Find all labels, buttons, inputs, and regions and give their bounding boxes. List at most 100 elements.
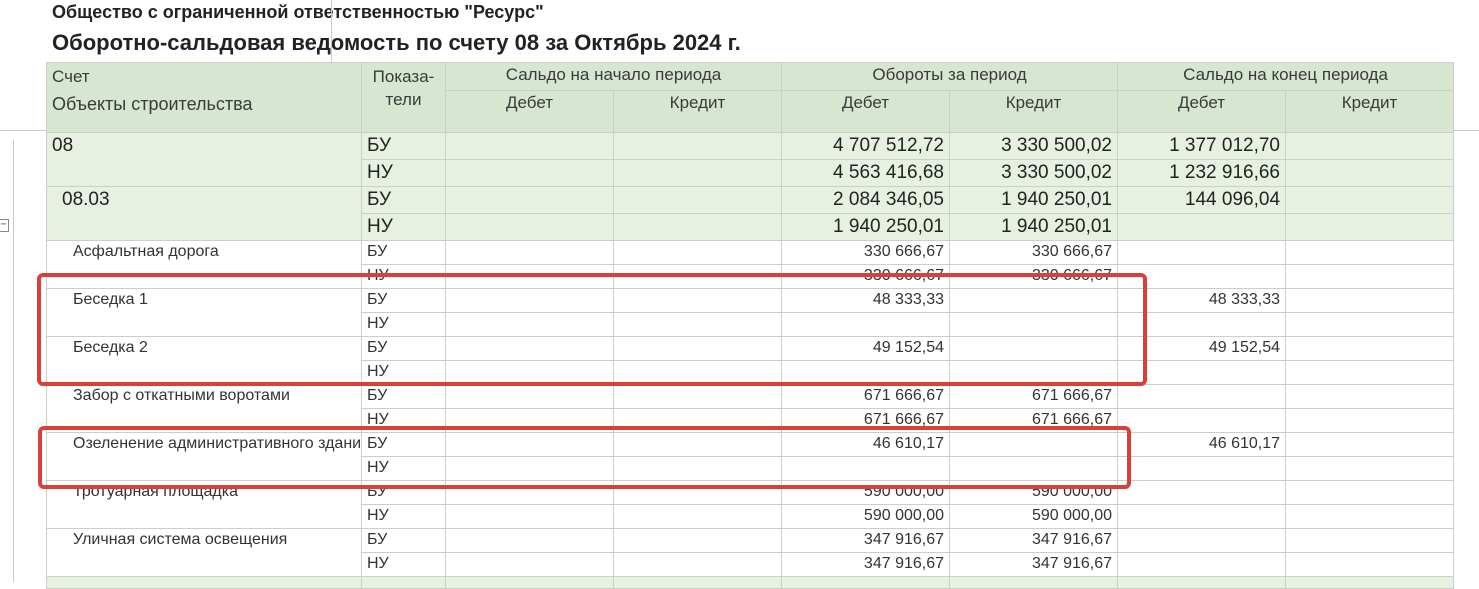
- page-divider-right: [1453, 130, 1479, 131]
- opening-debit-cell: [445, 158, 614, 187]
- header-turnover-debit: Дебет: [781, 89, 950, 133]
- turnover-debit-cell: 4 707 512,72: [781, 131, 950, 160]
- closing-credit-cell: [1285, 359, 1455, 385]
- header-indicators: Показа- тели: [361, 62, 446, 133]
- turnover-debit-cell: 1 940 250,01: [781, 212, 950, 241]
- page-left-edge: [13, 140, 14, 582]
- next-group-cell: [46, 575, 362, 589]
- turnover-credit-cell: 330 666,67: [948, 239, 1119, 265]
- opening-credit-cell: [613, 185, 782, 214]
- turnover-debit-cell: 2 084 346,05: [781, 185, 950, 214]
- next-group-row: [46, 575, 1455, 589]
- closing-credit-cell: [1285, 131, 1455, 160]
- account-code: 08.03: [46, 185, 362, 241]
- opening-credit-cell: [613, 212, 782, 241]
- opening-credit-cell: [613, 131, 782, 160]
- closing-credit-cell: [1285, 335, 1455, 361]
- page-divider-left: [0, 130, 46, 131]
- indicator-cell: НУ: [361, 503, 446, 529]
- closing-debit-cell: 46 610,17: [1117, 431, 1287, 457]
- opening-credit-cell: [613, 383, 782, 409]
- opening-debit-cell: [445, 239, 614, 265]
- closing-credit-cell: [1285, 212, 1455, 241]
- next-group-cell: [1117, 575, 1287, 589]
- closing-credit-cell: [1285, 311, 1455, 337]
- closing-debit-cell: [1117, 503, 1287, 529]
- turnover-credit-cell: 3 330 500,02: [948, 131, 1119, 160]
- turnover-credit-cell: 1 940 250,01: [948, 212, 1119, 241]
- turnover-debit-cell: 671 666,67: [781, 383, 950, 409]
- header-closing-debit: Дебет: [1117, 89, 1287, 133]
- header-turnover: Обороты за период: [780, 62, 1119, 91]
- closing-debit-cell: [1117, 551, 1287, 577]
- turnover-credit-cell: 590 000,00: [948, 503, 1119, 529]
- indicator-cell: НУ: [361, 551, 446, 577]
- closing-debit-cell: [1117, 212, 1287, 241]
- highlight-gazebos: [37, 273, 1147, 386]
- header-opening-credit: Кредит: [613, 89, 782, 133]
- turnover-credit-cell: 3 330 500,02: [948, 158, 1119, 187]
- header-row-2: Объекты строительства Дебет Кредит Дебет…: [46, 89, 1455, 133]
- header-closing-credit: Кредит: [1285, 89, 1455, 133]
- organization-name: Общество с ограниченной ответственностью…: [52, 2, 544, 22]
- next-group-cell: [781, 575, 950, 589]
- opening-debit-cell: [445, 212, 614, 241]
- turnover-debit-cell: 4 563 416,68: [781, 158, 950, 187]
- next-group-cell: [948, 575, 1119, 589]
- closing-credit-cell: [1285, 431, 1455, 457]
- header-turnover-credit: Кредит: [948, 89, 1119, 133]
- opening-debit-cell: [445, 131, 614, 160]
- closing-debit-cell: 1 377 012,70: [1117, 131, 1287, 160]
- closing-debit-cell: 1 232 916,66: [1117, 158, 1287, 187]
- opening-debit-cell: [445, 527, 614, 553]
- closing-credit-cell: [1285, 407, 1455, 433]
- header-objects: Объекты строительства: [46, 90, 362, 133]
- turnover-debit-cell: 347 916,67: [781, 527, 950, 553]
- next-group-cell: [445, 575, 614, 589]
- opening-debit-cell: [445, 185, 614, 214]
- table-row: Асфальтная дорога БУ 330 666,67 330 666,67: [46, 239, 1455, 289]
- closing-debit-cell: [1117, 455, 1287, 481]
- opening-credit-cell: [613, 527, 782, 553]
- closing-credit-cell: [1285, 383, 1455, 409]
- object-name: Уличная система освещения: [46, 527, 362, 577]
- header-opening-balance: Сальдо на начало периода: [445, 62, 782, 91]
- turnover-debit-cell: 590 000,00: [781, 503, 950, 529]
- closing-debit-cell: [1117, 383, 1287, 409]
- indicator-cell: БУ: [361, 527, 446, 553]
- object-name: Забор с откатными воротами: [46, 383, 362, 433]
- next-group-cell: [361, 575, 446, 589]
- closing-credit-cell: [1285, 551, 1455, 577]
- report-title: Оборотно-сальдовая ведомость по счету 08…: [52, 30, 741, 55]
- group-row: 08.03 БУ 2 084 346,05 1 940 250,01 144 096,0…: [46, 185, 1455, 241]
- account-code: 08: [46, 131, 362, 187]
- indicator-cell: БУ: [361, 383, 446, 409]
- header-opening-debit: Дебет: [445, 89, 614, 133]
- closing-debit-cell: [1117, 527, 1287, 553]
- header-account: Счет: [46, 62, 362, 90]
- turnover-credit-cell: 347 916,67: [948, 551, 1119, 577]
- header-closing-balance: Сальдо на конец периода: [1117, 62, 1455, 91]
- collapse-toggle-icon[interactable]: −: [0, 219, 9, 232]
- closing-credit-cell: [1285, 479, 1455, 505]
- opening-credit-cell: [613, 239, 782, 265]
- turnover-credit-cell: 1 940 250,01: [948, 185, 1119, 214]
- closing-debit-cell: [1117, 407, 1287, 433]
- next-group-cell: [613, 575, 782, 589]
- highlight-landscaping: [38, 426, 1131, 489]
- indicator-cell: БУ: [361, 185, 446, 214]
- table-row: Уличная система освещения БУ 347 916,67 347…: [46, 527, 1455, 577]
- closing-credit-cell: [1285, 287, 1455, 313]
- closing-credit-cell: [1285, 158, 1455, 187]
- group-row: 08 БУ 4 707 512,72 3 330 500,02 1 377 012,70: [46, 131, 1455, 187]
- indicator-cell: БУ: [361, 239, 446, 265]
- indicator-cell: НУ: [361, 212, 446, 241]
- closing-credit-cell: [1285, 503, 1455, 529]
- opening-debit-cell: [445, 551, 614, 577]
- closing-credit-cell: [1285, 239, 1455, 265]
- opening-credit-cell: [613, 158, 782, 187]
- closing-credit-cell: [1285, 455, 1455, 481]
- turnover-debit-cell: 347 916,67: [781, 551, 950, 577]
- table-row: Забор с откатными воротами БУ 671 666,67 67…: [46, 383, 1455, 433]
- indicator-cell: БУ: [361, 131, 446, 160]
